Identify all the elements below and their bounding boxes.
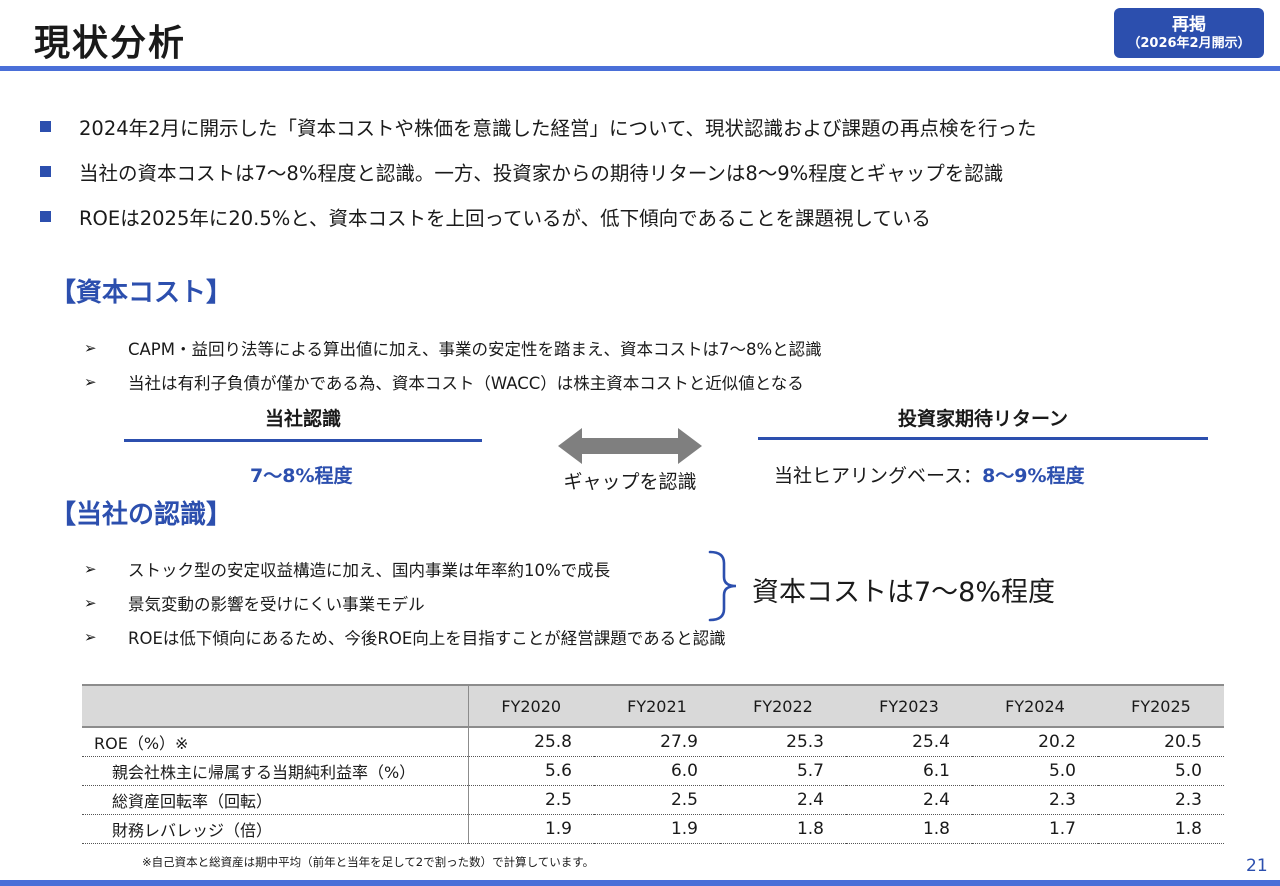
right-brace-icon	[708, 550, 737, 622]
table-row: ROE（%）※ 25.8 27.9 25.3 25.4 20.2 20.5	[82, 727, 1224, 757]
gap-label: ギャップを認識	[563, 471, 697, 493]
footer-divider	[0, 880, 1280, 886]
table-cell: 2.3	[1098, 785, 1224, 815]
table-cell: 1.7	[972, 814, 1098, 844]
summary-bullets: 2024年2月に開示した「資本コストや株価を意識した経営」について、現状認識およ…	[36, 104, 1256, 239]
table-cell: 2.5	[468, 785, 594, 815]
table-header-cell: FY2023	[846, 684, 972, 728]
list-item-text: CAPM・益回り法等による算出値に加え、事業の安定性を踏まえ、資本コストは7〜8…	[128, 340, 822, 359]
summary-bullet-text: 当社の資本コストは7〜8%程度と認識。一方、投資家からの期待リターンは8〜9%程…	[79, 162, 1004, 185]
table-row: 財務レバレッジ（倍） 1.9 1.9 1.8 1.8 1.7 1.8	[82, 814, 1224, 844]
table-header-cell: FY2022	[720, 684, 846, 728]
badge-label: 再掲	[1172, 14, 1206, 35]
table-header-cell: FY2021	[594, 684, 720, 728]
summary-bullet-text: 2024年2月に開示した「資本コストや株価を意識した経営」について、現状認識およ…	[79, 117, 1037, 140]
summary-bullet-text: ROEは2025年に20.5%と、資本コストを上回っているが、低下傾向であること…	[79, 207, 931, 230]
page-title: 現状分析	[34, 23, 187, 64]
list-item: ➢ 景気変動の影響を受けにくい事業モデル	[84, 586, 726, 620]
title-divider	[0, 66, 1280, 71]
table-cell: 1.8	[1098, 814, 1224, 844]
recognition-list: ➢ ストック型の安定収益構造に加え、国内事業は年率約10%で成長 ➢ 景気変動の…	[84, 552, 726, 654]
arrow-bullet-icon: ➢	[84, 339, 97, 357]
page-number: 21	[1246, 856, 1268, 876]
table-cell: 20.5	[1098, 727, 1224, 757]
capital-cost-heading: 【資本コスト】	[50, 278, 233, 308]
table-cell: 27.9	[594, 727, 720, 757]
list-item-text: ストック型の安定収益構造に加え、国内事業は年率約10%で成長	[128, 561, 611, 580]
table-cell: 5.7	[720, 756, 846, 786]
table-footnote: ※自己資本と総資産は期中平均（前年と当年を足して2で割った数）で計算しています。	[142, 855, 595, 869]
table-cell: 2.4	[846, 785, 972, 815]
badge-date: （2026年2月開示）	[1127, 35, 1251, 51]
table-cell: 20.2	[972, 727, 1098, 757]
table-cell: 2.3	[972, 785, 1098, 815]
double-arrow-icon	[558, 428, 702, 464]
table-row: 親会社株主に帰属する当期純利益率（%） 5.6 6.0 5.7 6.1 5.0 …	[82, 756, 1224, 786]
arrow-bullet-icon: ➢	[84, 373, 97, 391]
investor-return-value-line: 当社ヒアリングベース：8〜9%程度	[774, 461, 1085, 488]
square-bullet-icon	[40, 211, 51, 222]
table-cell: 25.3	[720, 727, 846, 757]
republish-badge: 再掲 （2026年2月開示）	[1114, 8, 1264, 58]
brace-conclusion: 資本コストは7〜8%程度	[752, 577, 1056, 608]
list-item-text: 当社は有利子負債が僅かである為、資本コスト（WACC）は株主資本コストと近似値と…	[128, 374, 804, 393]
table-cell: 2.5	[594, 785, 720, 815]
table-header-cell: FY2025	[1098, 684, 1224, 728]
table-cell: 1.9	[468, 814, 594, 844]
table-cell: 6.0	[594, 756, 720, 786]
roe-table: FY2020 FY2021 FY2022 FY2023 FY2024 FY202…	[82, 684, 1224, 844]
company-recognition-value: 7〜8%程度	[250, 465, 353, 487]
summary-bullet: ROEは2025年に20.5%と、資本コストを上回っているが、低下傾向であること…	[36, 194, 1256, 239]
square-bullet-icon	[40, 166, 51, 177]
table-cell: 25.4	[846, 727, 972, 757]
list-item: ➢ ストック型の安定収益構造に加え、国内事業は年率約10%で成長	[84, 552, 726, 586]
table-cell: 1.8	[720, 814, 846, 844]
table-cell: 1.8	[846, 814, 972, 844]
table-header-blank	[82, 684, 469, 728]
row-label: ROE（%）※	[82, 727, 469, 757]
square-bullet-icon	[40, 121, 51, 132]
left-divider	[124, 439, 482, 442]
investor-return-label: 投資家期待リターン	[897, 408, 1069, 430]
arrow-bullet-icon: ➢	[84, 560, 97, 578]
row-label: 財務レバレッジ（倍）	[82, 814, 469, 844]
right-divider	[758, 437, 1208, 440]
recognition-heading: 【当社の認識】	[50, 500, 233, 530]
table-cell: 5.6	[468, 756, 594, 786]
table-header-cell: FY2024	[972, 684, 1098, 728]
table-cell: 2.4	[720, 785, 846, 815]
hearing-base-label: 当社ヒアリングベース：	[774, 465, 983, 487]
table-cell: 5.0	[972, 756, 1098, 786]
list-item-text: 景気変動の影響を受けにくい事業モデル	[128, 595, 425, 614]
summary-bullet: 2024年2月に開示した「資本コストや株価を意識した経営」について、現状認識およ…	[36, 104, 1256, 149]
arrow-bullet-icon: ➢	[84, 628, 97, 646]
table-row: 総資産回転率（回転） 2.5 2.5 2.4 2.4 2.3 2.3	[82, 785, 1224, 815]
table-cell: 1.9	[594, 814, 720, 844]
capital-cost-list: ➢ CAPM・益回り法等による算出値に加え、事業の安定性を踏まえ、資本コストは7…	[84, 331, 822, 399]
list-item: ➢ CAPM・益回り法等による算出値に加え、事業の安定性を踏まえ、資本コストは7…	[84, 331, 822, 365]
arrow-bullet-icon: ➢	[84, 594, 97, 612]
list-item-text: ROEは低下傾向にあるため、今後ROE向上を目指すことが経営課題であると認識	[128, 629, 726, 648]
row-label: 親会社株主に帰属する当期純利益率（%）	[82, 756, 469, 786]
table-cell: 25.8	[468, 727, 594, 757]
company-recognition-label: 当社認識	[264, 408, 341, 430]
table-cell: 5.0	[1098, 756, 1224, 786]
row-label: 総資産回転率（回転）	[82, 785, 469, 815]
list-item: ➢ ROEは低下傾向にあるため、今後ROE向上を目指すことが経営課題であると認識	[84, 620, 726, 654]
table-cell: 6.1	[846, 756, 972, 786]
summary-bullet: 当社の資本コストは7〜8%程度と認識。一方、投資家からの期待リターンは8〜9%程…	[36, 149, 1256, 194]
table-header-cell: FY2020	[468, 684, 594, 728]
investor-return-value: 8〜9%程度	[982, 465, 1085, 487]
table-header-row: FY2020 FY2021 FY2022 FY2023 FY2024 FY202…	[82, 684, 1224, 728]
list-item: ➢ 当社は有利子負債が僅かである為、資本コスト（WACC）は株主資本コストと近似…	[84, 365, 822, 399]
